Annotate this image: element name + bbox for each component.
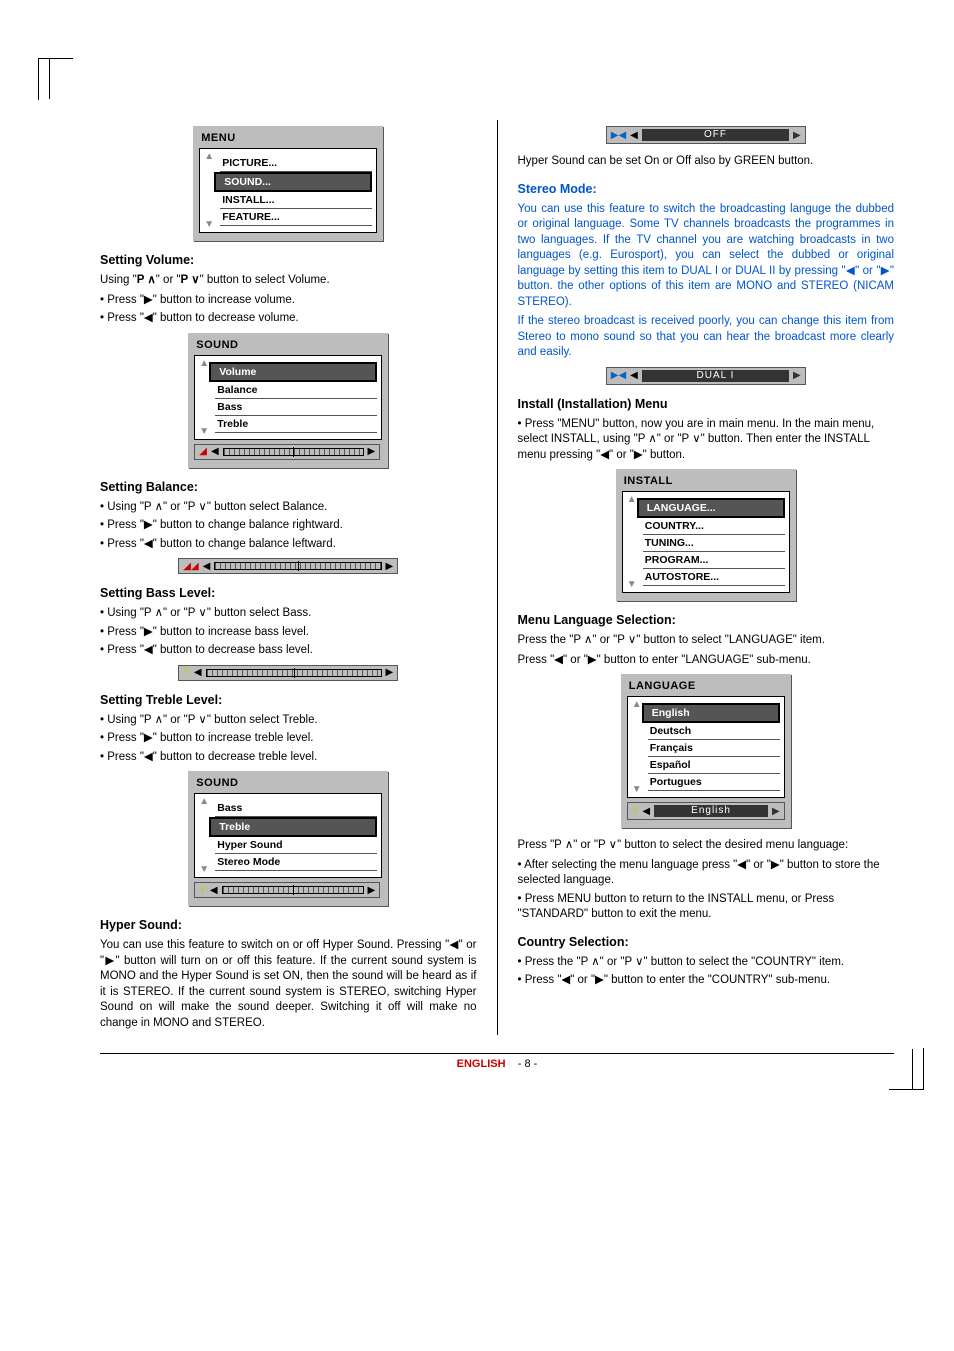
text: " button to select Volume. (200, 274, 330, 286)
left-column: MENU ▲ PICTURE... SOUND... INSTALL... FE… (100, 120, 477, 1035)
menu-item: FEATURE... (220, 209, 372, 226)
balance-right-bullet: Press "▶" button to change balance right… (100, 518, 477, 534)
menu-item-selected: LANGUAGE... (637, 498, 785, 518)
volume-select-line: Using "P ∧" or "P ∨" button to select Vo… (100, 273, 477, 289)
install-heading: Install (Installation) Menu (518, 397, 895, 411)
country-b1: Press the "P ∧" or "P ∨" button to selec… (518, 955, 895, 971)
scroll-up-icon: ▲ (199, 358, 209, 369)
right-column: ▶◀ ◀ OFF ▶ Hyper Sound can be set On or … (518, 120, 895, 1035)
text: Using " (100, 274, 137, 286)
hyper-sound-heading: Hyper Sound: (100, 918, 477, 932)
menu-item: Français (648, 740, 780, 757)
menu-item: Bass (215, 800, 377, 817)
menu-item: INSTALL... (220, 192, 372, 209)
bass-slider-bar: Y ◀ ▶ (178, 665, 398, 681)
treble-increase-bullet: Press "▶" button to increase treble leve… (100, 731, 477, 747)
country-selection-heading: Country Selection: (518, 935, 895, 949)
menu-item: Hyper Sound (215, 837, 377, 854)
scroll-down-icon: ▼ (199, 426, 209, 437)
footer-language: ENGLISH (457, 1058, 506, 1070)
treble-select-bullet: Using "P ∧" or "P ∨" button select Trebl… (100, 713, 477, 729)
sound-figure: SOUND ▲ Volume Balance Bass Treble ▼ ◢ ◀ (188, 333, 388, 468)
volume-slider-bar: ◢ ◀ ▶ (194, 444, 380, 460)
sound-figure-title: SOUND (194, 337, 382, 355)
off-value: OFF (642, 129, 789, 141)
scroll-up-icon: ▲ (204, 151, 214, 162)
hyper-sound-note: Hyper Sound can be set On or Off also by… (518, 154, 895, 170)
bass-increase-bullet: Press "▶" button to increase bass level. (100, 625, 477, 641)
menu-item: Español (648, 757, 780, 774)
sound-figure-2-title: SOUND (194, 775, 382, 793)
scroll-up-icon: ▲ (627, 494, 637, 505)
menu-item-selected: Treble (209, 817, 377, 837)
menu-language-heading: Menu Language Selection: (518, 613, 895, 627)
menu-item: Balance (215, 382, 377, 399)
stereo-mode-p1: You can use this feature to switch the b… (518, 202, 895, 311)
stereo-mode-heading: Stereo Mode: (518, 182, 895, 196)
text: " or " (156, 274, 181, 286)
column-separator (497, 120, 498, 1035)
menu-item: Treble (215, 416, 377, 433)
menu-item-selected: Volume (209, 362, 377, 382)
menu-item: AUTOSTORE... (643, 569, 785, 586)
crop-mark-top-left (38, 58, 73, 100)
language-value: English (654, 805, 768, 817)
dual-value: DUAL I (642, 370, 789, 382)
install-figure-title: INSTALL (622, 473, 790, 491)
menu-item: PICTURE... (220, 155, 372, 172)
setting-balance-heading: Setting Balance: (100, 480, 477, 494)
treble-decrease-bullet: Press "◀" button to decrease treble leve… (100, 750, 477, 766)
menu-item: COUNTRY... (643, 518, 785, 535)
bass-select-bullet: Using "P ∧" or "P ∨" button select Bass. (100, 606, 477, 622)
menu-item: Bass (215, 399, 377, 416)
language-figure: LANGUAGE ▲ English Deutsch Français Espa… (621, 674, 791, 828)
hyper-sound-paragraph: You can use this feature to switch on or… (100, 938, 477, 1031)
install-figure: INSTALL ▲ LANGUAGE... COUNTRY... TUNING.… (616, 469, 796, 601)
menu-item: Stereo Mode (215, 854, 377, 871)
lang-after-b2: Press MENU button to return to the INSTA… (518, 892, 895, 923)
scroll-down-icon: ▼ (204, 219, 214, 230)
volume-increase-bullet: Press "▶" button to increase volume. (100, 293, 477, 309)
balance-slider-bar: ◢◢ ◀ ▶ (178, 558, 398, 574)
stereo-mode-p2: If the stereo broadcast is received poor… (518, 314, 895, 361)
country-b2: Press "◀" or "▶" button to enter the "CO… (518, 973, 895, 989)
sound-figure-2: SOUND ▲ Bass Treble Hyper Sound Stereo M… (188, 771, 388, 906)
off-value-bar: ▶◀ ◀ OFF ▶ (606, 126, 806, 144)
setting-volume-heading: Setting Volume: (100, 253, 477, 267)
scroll-down-icon: ▼ (199, 864, 209, 875)
menu-figure: MENU ▲ PICTURE... SOUND... INSTALL... FE… (193, 126, 383, 241)
scroll-up-icon: ▲ (632, 699, 642, 710)
setting-bass-heading: Setting Bass Level: (100, 586, 477, 600)
language-figure-title: LANGUAGE (627, 678, 785, 696)
menu-item: TUNING... (643, 535, 785, 552)
scroll-down-icon: ▼ (627, 579, 637, 590)
menu-item-selected: English (642, 703, 780, 723)
lang-after-b1: After selecting the menu language press … (518, 858, 895, 889)
balance-left-bullet: Press "◀" button to change balance leftw… (100, 537, 477, 553)
scroll-up-icon: ▲ (199, 796, 209, 807)
install-bullet: Press "MENU" button, now you are in main… (518, 417, 895, 464)
menu-lang-p1: Press the "P ∧" or "P ∨" button to selec… (518, 633, 895, 649)
footer: ENGLISH - 8 - (100, 1053, 894, 1070)
dual-value-bar: ▶◀ ◀ DUAL I ▶ (606, 367, 806, 385)
menu-figure-title: MENU (199, 130, 377, 148)
footer-page: - 8 - (518, 1058, 538, 1070)
lang-after-p1: Press "P ∧" or "P ∨" button to select th… (518, 838, 895, 854)
volume-decrease-bullet: Press "◀" button to decrease volume. (100, 311, 477, 327)
crop-mark-bottom-right (889, 1048, 924, 1090)
menu-item: PROGRAM... (643, 552, 785, 569)
balance-select-bullet: Using "P ∧" or "P ∨" button select Balan… (100, 500, 477, 516)
treble-slider-bar: Y ◀ ▶ (194, 882, 380, 898)
bass-decrease-bullet: Press "◀" button to decrease bass level. (100, 643, 477, 659)
scroll-down-icon: ▼ (632, 784, 642, 795)
menu-item: Portugues (648, 774, 780, 791)
setting-treble-heading: Setting Treble Level: (100, 693, 477, 707)
menu-item: Deutsch (648, 723, 780, 740)
menu-item-selected: SOUND... (214, 172, 372, 192)
language-value-bar: Y ◀ English ▶ (627, 802, 785, 820)
menu-lang-p2: Press "◀" or "▶" button to enter "LANGUA… (518, 653, 895, 669)
